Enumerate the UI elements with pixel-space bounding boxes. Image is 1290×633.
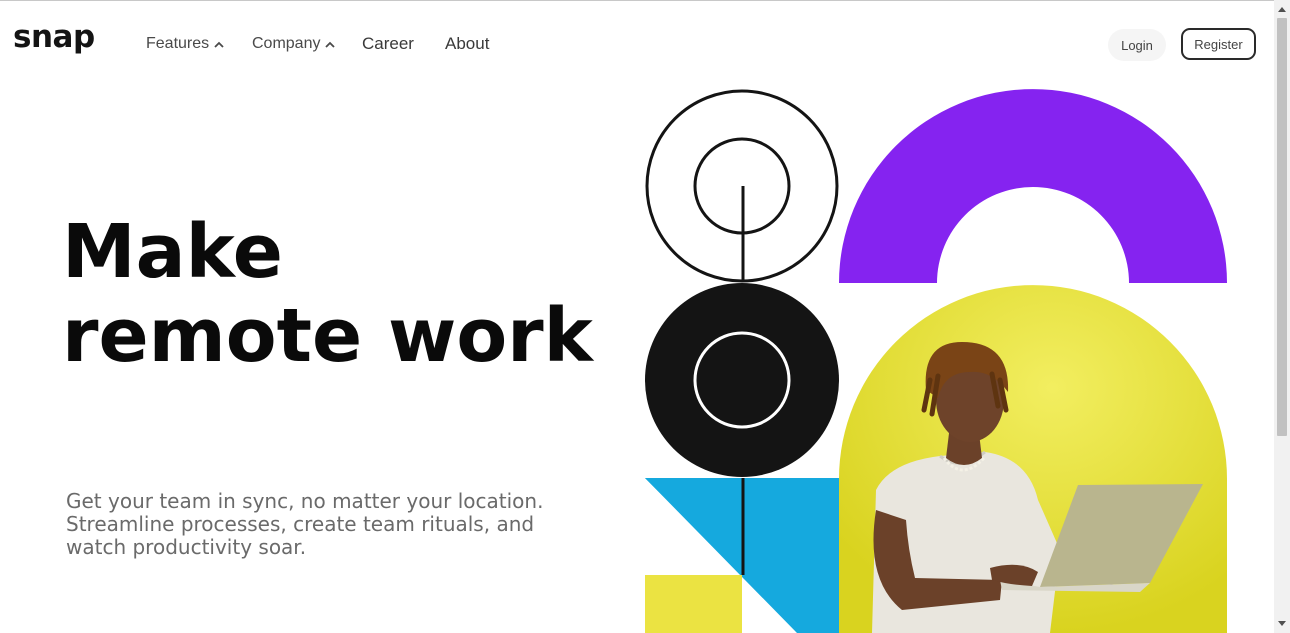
purple-arch [839, 89, 1227, 283]
register-button[interactable]: Register [1181, 28, 1256, 60]
nav-item-company[interactable]: Company [252, 35, 336, 53]
scroll-up-arrow-icon[interactable] [1278, 7, 1286, 12]
hero-headline: Make remote work [62, 210, 593, 378]
person-photo [839, 285, 1227, 633]
nav-item-label: About [445, 34, 490, 53]
blue-triangle-left [645, 478, 742, 575]
hero-headline-line: remote work [62, 293, 593, 379]
nav-item-label: Company [252, 35, 321, 52]
hero-description-line: watch productivity soar. [66, 535, 307, 559]
chevron-up-icon [214, 41, 224, 48]
nav-item-features[interactable]: Features [146, 35, 224, 53]
black-circle [645, 283, 839, 477]
nav-item-label: Career [362, 34, 414, 53]
nav-item-career[interactable]: Career [362, 34, 414, 54]
login-button[interactable]: Login [1108, 29, 1166, 61]
hero-description: Get your team in sync, no matter your lo… [66, 490, 626, 559]
page-scrollbar[interactable] [1274, 0, 1290, 633]
scroll-down-arrow-icon[interactable] [1278, 621, 1286, 626]
hero-description-line: Get your team in sync, no matter your lo… [66, 489, 544, 513]
hero-headline-line: Make [62, 209, 283, 295]
site-logo[interactable]: snap [13, 22, 95, 53]
hero-illustration [640, 80, 1240, 633]
hero-description-line: Streamline processes, create team ritual… [66, 512, 535, 536]
nav-item-label: Features [146, 35, 210, 52]
yellow-square [645, 575, 742, 633]
chevron-up-icon [325, 41, 336, 48]
scroll-thumb[interactable] [1277, 18, 1287, 436]
window-top-border [0, 0, 1290, 1]
illustration-canvas [645, 89, 1227, 633]
nav-item-about[interactable]: About [445, 34, 489, 54]
